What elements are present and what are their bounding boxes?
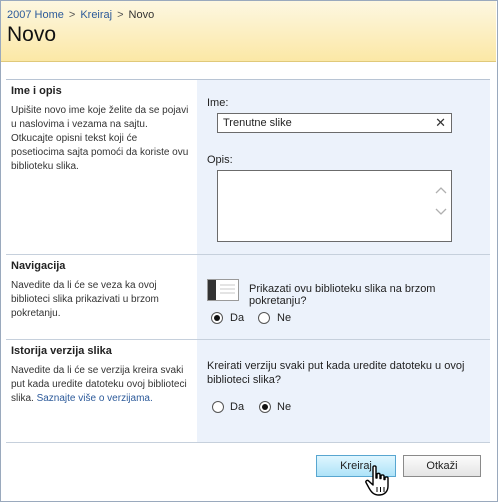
- breadcrumb-current: Novo: [128, 9, 155, 21]
- navigation-section-info: Navigacija Navedite da li će se veza ka …: [6, 255, 195, 339]
- footer-divider: [6, 442, 490, 443]
- description-label: Opis:: [207, 154, 233, 166]
- name-section-fields: Ime: Trenutne slike ✕ Opis:: [197, 80, 490, 254]
- versioning-yes-radio[interactable]: [212, 401, 224, 413]
- section-description: Navedite da li će se veza ka ovoj biblio…: [11, 280, 159, 319]
- name-input[interactable]: Trenutne slike ✕: [217, 113, 452, 133]
- section-heading: Ime i opis: [11, 85, 62, 97]
- breadcrumb-parent-link[interactable]: Kreiraj: [80, 9, 112, 21]
- page-title: Novo: [7, 23, 57, 46]
- clear-icon[interactable]: ✕: [435, 115, 446, 131]
- breadcrumb: 2007 Home > Kreiraj > Novo: [7, 9, 154, 21]
- section-description: Upišite novo ime koje želite da se pojav…: [11, 105, 189, 172]
- quick-launch-no-label: Ne: [277, 312, 292, 324]
- description-input[interactable]: [217, 170, 452, 242]
- breadcrumb-separator: >: [68, 9, 76, 21]
- scroll-down-icon[interactable]: [435, 208, 447, 216]
- versioning-no-label: Ne: [277, 401, 292, 413]
- navigation-section-fields: Prikazati ovu biblioteku slika na brzom …: [197, 255, 490, 339]
- section-description: Navedite da li će se verzija kreira svak…: [11, 364, 190, 406]
- quick-launch-icon: [207, 279, 239, 301]
- form-body: Ime i opis Upišite novo ime koje želite …: [6, 79, 490, 442]
- cancel-button[interactable]: Otkaži: [403, 455, 481, 477]
- page-header: 2007 Home > Kreiraj > Novo Novo: [1, 1, 496, 62]
- scroll-up-icon[interactable]: [435, 186, 447, 194]
- name-section-info: Ime i opis Upišite novo ime koje želite …: [6, 80, 195, 254]
- section-heading: Istorija verzija slika: [11, 345, 112, 357]
- versioning-yes-label: Da: [230, 401, 245, 413]
- section-heading: Navigacija: [11, 260, 66, 272]
- quick-launch-yes-label: Da: [230, 312, 245, 324]
- name-input-value: Trenutne slike: [223, 117, 292, 129]
- name-label: Ime:: [207, 97, 229, 109]
- breadcrumb-separator: >: [117, 9, 124, 21]
- quick-launch-yes-radio[interactable]: [211, 312, 223, 324]
- versioning-section-fields: Kreirati verziju svaki put kada uredite …: [197, 340, 490, 442]
- quick-launch-question: Prikazati ovu biblioteku slika na brzom …: [249, 283, 436, 307]
- versioning-section-info: Istorija verzija slika Navedite da li će…: [6, 340, 195, 442]
- versioning-no-radio[interactable]: [259, 401, 271, 413]
- versioning-question: Kreirati verziju svaki put kada uredite …: [207, 360, 465, 386]
- quick-launch-no-radio[interactable]: [258, 312, 270, 324]
- hand-cursor-icon: [365, 465, 389, 496]
- breadcrumb-home-link[interactable]: 2007 Home: [7, 9, 64, 21]
- learn-more-versioning-link[interactable]: Saznajte više o verzijama.: [37, 393, 153, 404]
